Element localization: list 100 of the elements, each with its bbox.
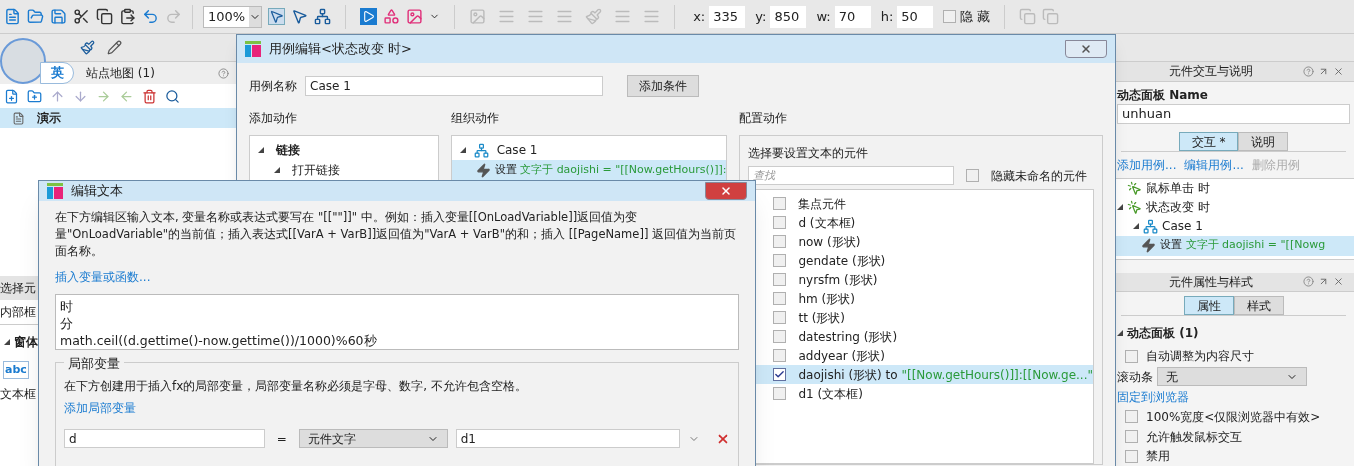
undo-icon[interactable]: [142, 8, 159, 25]
brush-icon[interactable]: [80, 40, 95, 55]
variable-type-select[interactable]: 元件文字: [298, 429, 448, 448]
link[interactable]: 固定到浏览器: [1117, 388, 1189, 407]
widget-row[interactable]: d1 (文本框): [749, 384, 1093, 403]
case-label[interactable]: Case 1: [1162, 217, 1203, 236]
checkbox[interactable]: [773, 292, 787, 305]
number-field[interactable]: 50: [897, 5, 934, 28]
close-icon[interactable]: [1333, 276, 1344, 288]
widget-row[interactable]: hm (形状): [749, 289, 1093, 308]
expanded-triangle-icon[interactable]: [274, 167, 280, 173]
widget-row[interactable]: gendate (形状): [749, 251, 1093, 270]
close-button[interactable]: [1065, 40, 1107, 58]
link[interactable]: 添加用例...: [1117, 155, 1177, 174]
event-label[interactable]: 鼠标单击 时: [1146, 179, 1210, 198]
checkbox[interactable]: [773, 330, 787, 343]
expanded-triangle-icon[interactable]: [258, 147, 264, 153]
checkbox[interactable]: [773, 254, 787, 267]
checkbox[interactable]: [773, 387, 787, 400]
connector-icon[interactable]: [314, 8, 332, 25]
folder-icon[interactable]: [27, 8, 44, 25]
page-item[interactable]: 演示: [0, 108, 237, 128]
tree-item[interactable]: 链接: [276, 141, 300, 159]
checkbox[interactable]: [1125, 349, 1138, 363]
locals-description: 在下方创建用于插入fx的局部变量，局部变量名称必须是字母、数字, 不允许包含空格。: [64, 378, 528, 395]
variable-value-field[interactable]: d1: [455, 429, 681, 448]
checkbox[interactable]: [773, 273, 787, 286]
dialog-title: 编辑文本: [71, 182, 124, 200]
play-icon[interactable]: [360, 8, 378, 25]
expanded-triangle-icon[interactable]: [1133, 223, 1139, 230]
tab[interactable]: 属性: [1183, 296, 1234, 316]
case-name-field[interactable]: Case 1: [305, 76, 603, 96]
checkbox[interactable]: [773, 216, 787, 229]
panel-title: 选择元: [0, 280, 36, 297]
checkbox[interactable]: [773, 349, 787, 362]
add-page-icon[interactable]: [4, 88, 19, 104]
checkbox[interactable]: [1125, 430, 1138, 444]
number-field[interactable]: 335: [709, 5, 746, 28]
add-local-variable-link[interactable]: 添加局部变量: [64, 399, 136, 417]
widget-thumbnail[interactable]: abc: [3, 360, 29, 380]
down-arrow-icon[interactable]: [73, 88, 88, 104]
pointer-icon[interactable]: [291, 8, 309, 25]
checkbox[interactable]: [966, 169, 980, 182]
action-row[interactable]: 设置 文字于 daojishi = "[[Now.getHours()]]:: [451, 160, 727, 180]
field-label: x:: [693, 7, 706, 26]
widget-row[interactable]: nyrsfm (形状): [749, 270, 1093, 289]
event-label[interactable]: 状态改变 时: [1146, 198, 1210, 217]
delete-icon[interactable]: [142, 88, 157, 104]
text-editor[interactable]: 时 分 math.ceil((d.gettime()-now.gettime())/1000)%60秒: [55, 293, 739, 350]
copy-icon[interactable]: [96, 8, 113, 25]
close-icon[interactable]: [1333, 65, 1344, 77]
tab[interactable]: 说明: [1238, 131, 1289, 151]
case-icon: [1143, 218, 1158, 234]
zoom-select[interactable]: 100%: [203, 5, 263, 28]
new-page-icon[interactable]: [4, 8, 21, 25]
number-field[interactable]: 70: [834, 5, 871, 28]
page-icon: [12, 111, 25, 125]
cut-icon[interactable]: [73, 8, 90, 25]
variable-name-field[interactable]: d: [64, 429, 265, 448]
checkbox[interactable]: [943, 10, 957, 23]
widget-row[interactable]: 集点元件: [749, 194, 1093, 213]
action-row[interactable]: 设置 文字于 daojishi = "[[Nowg: [1113, 235, 1354, 256]
pointer-icon[interactable]: [268, 8, 286, 25]
widget-row[interactable]: datestring (形状): [749, 327, 1093, 346]
insert-variable-link[interactable]: 插入变量或函数...: [55, 267, 151, 286]
section-title: 窗体: [14, 333, 38, 351]
expanded-triangle-icon[interactable]: [459, 147, 466, 153]
checkbox[interactable]: [1125, 410, 1138, 424]
tab[interactable]: 交互 *: [1178, 131, 1239, 151]
shapes-icon[interactable]: [383, 8, 401, 25]
help-icon[interactable]: [218, 67, 229, 79]
widget-row[interactable]: tt (形状): [749, 308, 1093, 327]
scrollbar-select[interactable]: 无: [1157, 367, 1307, 387]
checkbox[interactable]: [1125, 449, 1138, 463]
search-field[interactable]: 查找: [748, 166, 955, 185]
save-icon[interactable]: [50, 8, 67, 25]
number-field[interactable]: 850: [770, 5, 807, 28]
checkbox[interactable]: [773, 235, 787, 248]
search-icon[interactable]: [165, 88, 180, 104]
case-label[interactable]: Case 1: [496, 141, 538, 159]
help-icon[interactable]: [1303, 65, 1314, 77]
app-logo-icon: [245, 41, 261, 57]
checkbox[interactable]: [773, 368, 787, 381]
paste-icon[interactable]: [119, 8, 136, 25]
pencil-icon[interactable]: [107, 40, 122, 55]
widget-row[interactable]: d (文本框): [749, 213, 1093, 232]
expanded-triangle-icon[interactable]: [4, 338, 10, 345]
name-field[interactable]: unhuan: [1117, 103, 1350, 124]
close-button[interactable]: [705, 181, 747, 200]
checkbox[interactable]: [773, 311, 787, 324]
add-folder-icon[interactable]: [27, 88, 42, 104]
checkbox[interactable]: [773, 197, 787, 210]
tab[interactable]: 样式: [1233, 296, 1284, 316]
widget-row[interactable]: now (形状): [749, 232, 1093, 251]
widget-row[interactable]: addyear (形状): [749, 346, 1093, 365]
link[interactable]: 编辑用例...: [1184, 155, 1244, 174]
add-condition-button[interactable]: 添加条件: [627, 75, 699, 97]
tree-item[interactable]: 打开链接: [292, 161, 340, 179]
help-icon[interactable]: [1303, 276, 1314, 288]
input-method-badge[interactable]: 英: [40, 62, 74, 84]
